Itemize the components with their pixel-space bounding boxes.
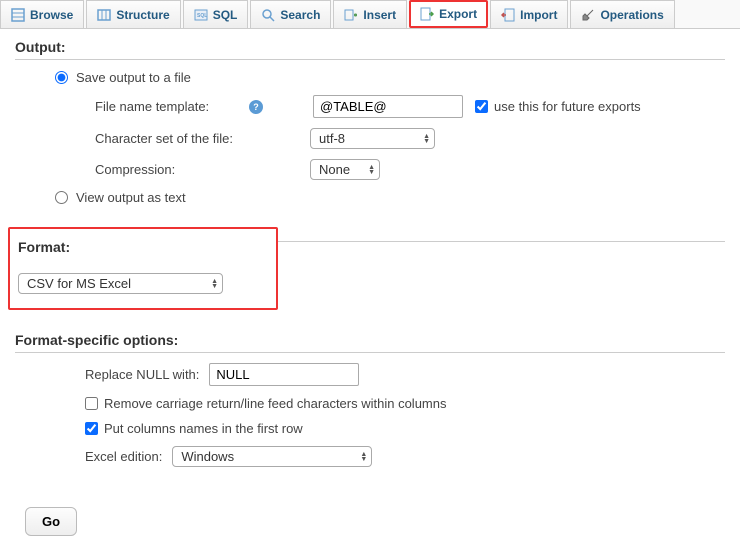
options-heading: Format-specific options: [15,332,725,348]
compression-select[interactable]: None ▲▼ [310,159,380,180]
tab-insert-label: Insert [363,8,396,22]
replace-null-label: Replace NULL with: [85,367,199,382]
excel-edition-label: Excel edition: [85,449,162,464]
tab-insert[interactable]: Insert [333,0,407,28]
put-columns-label: Put columns names in the first row [104,421,303,436]
divider [278,241,725,242]
tab-import-label: Import [520,8,557,22]
output-view-text-radio[interactable] [55,191,68,204]
search-icon [261,8,275,22]
format-heading: Format: [18,239,262,255]
charset-label: Character set of the file: [95,131,310,146]
output-view-text-label: View output as text [76,190,186,205]
use-future-label: use this for future exports [494,99,641,114]
chevron-updown-icon: ▲▼ [211,279,218,289]
charset-value: utf-8 [319,131,345,146]
sql-icon: SQL [194,8,208,22]
tab-sql-label: SQL [213,8,238,22]
output-save-file-radio[interactable] [55,71,68,84]
compression-label: Compression: [95,162,310,177]
tab-export[interactable]: Export [409,0,488,28]
svg-text:SQL: SQL [197,13,207,19]
compression-value: None [319,162,350,177]
import-icon [501,8,515,22]
replace-null-input[interactable] [209,363,359,386]
structure-icon [97,8,111,22]
tab-export-label: Export [439,7,477,21]
browse-icon [11,8,25,22]
format-highlight-box: Format: CSV for MS Excel ▲▼ [8,227,278,310]
put-columns-checkbox[interactable] [85,422,98,435]
filename-template-input[interactable] [313,95,463,118]
filename-template-label: File name template: [95,99,245,114]
go-button[interactable]: Go [25,507,77,536]
tab-search[interactable]: Search [250,0,331,28]
format-value: CSV for MS Excel [27,276,131,291]
tab-browse[interactable]: Browse [0,0,84,28]
tab-bar: Browse Structure SQL SQL Search Insert E… [0,0,740,29]
tab-structure[interactable]: Structure [86,0,180,28]
format-select[interactable]: CSV for MS Excel ▲▼ [18,273,223,294]
divider [15,352,725,353]
insert-icon [344,8,358,22]
operations-icon [581,8,595,22]
excel-edition-value: Windows [181,449,234,464]
chevron-updown-icon: ▲▼ [423,134,430,144]
export-icon [420,7,434,21]
remove-crlf-label: Remove carriage return/line feed charact… [104,396,447,411]
remove-crlf-checkbox[interactable] [85,397,98,410]
tab-browse-label: Browse [30,8,73,22]
tab-operations-label: Operations [600,8,663,22]
tab-structure-label: Structure [116,8,169,22]
tab-import[interactable]: Import [490,0,568,28]
help-icon[interactable]: ? [249,100,263,114]
use-future-checkbox[interactable] [475,100,488,113]
tab-search-label: Search [280,8,320,22]
output-heading: Output: [15,39,725,55]
tab-operations[interactable]: Operations [570,0,674,28]
divider [15,59,725,60]
charset-select[interactable]: utf-8 ▲▼ [310,128,435,149]
tab-sql[interactable]: SQL SQL [183,0,249,28]
output-save-file-label: Save output to a file [76,70,191,85]
chevron-updown-icon: ▲▼ [360,452,367,462]
chevron-updown-icon: ▲▼ [368,165,375,175]
excel-edition-select[interactable]: Windows ▲▼ [172,446,372,467]
